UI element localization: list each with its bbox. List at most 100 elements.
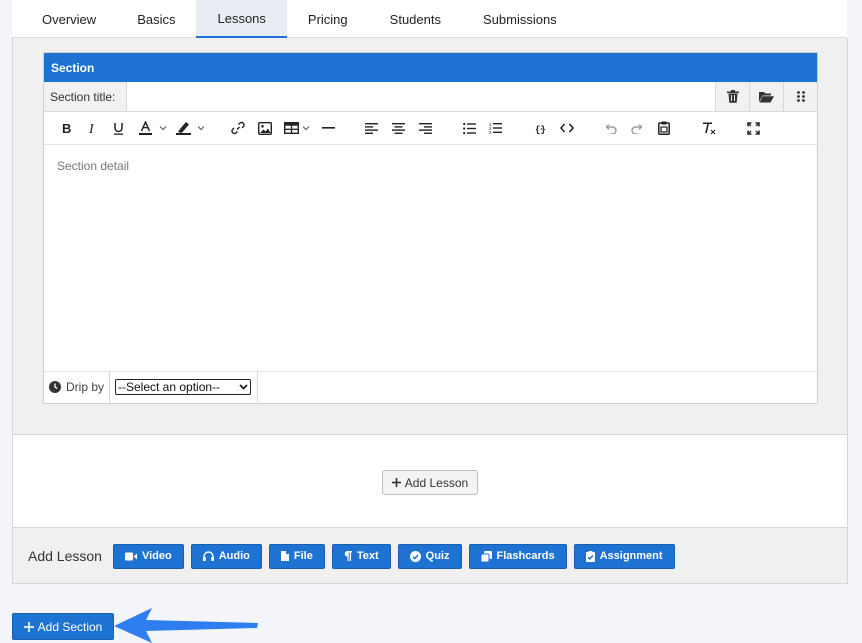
bold-button[interactable]: B: [61, 120, 73, 136]
drip-label: Drip by: [44, 372, 110, 402]
text-color-button[interactable]: [138, 120, 152, 136]
tab-lessons[interactable]: Lessons: [196, 0, 287, 38]
editor-toolbar: B I 1 2 3 {}: [44, 112, 817, 145]
clear-format-icon: [703, 122, 716, 134]
drip-select-value: --Select an option--: [118, 380, 221, 394]
video-icon: [124, 552, 137, 560]
link-icon: [231, 121, 245, 135]
undo-icon: [605, 123, 617, 134]
redo-button[interactable]: [631, 120, 644, 136]
numbered-list-icon: 123: [489, 122, 502, 134]
add-section-label: Add Section: [37, 619, 103, 634]
image-icon: [258, 121, 272, 135]
fullscreen-button[interactable]: [746, 120, 760, 136]
underline-icon: [113, 122, 123, 135]
check-circle-icon: [409, 550, 421, 562]
redo-icon: [631, 123, 643, 134]
chevron-down-icon[interactable]: [302, 124, 310, 132]
svg-text:3: 3: [489, 130, 492, 134]
image-button[interactable]: [258, 120, 272, 136]
highlight-color-button[interactable]: [175, 120, 191, 136]
code-block-icon: {}: [535, 125, 546, 134]
plus-icon: [23, 621, 34, 632]
table-button[interactable]: [283, 120, 299, 136]
highlighter-icon: [175, 122, 191, 135]
link-button[interactable]: [231, 120, 245, 136]
tab-submissions[interactable]: Submissions: [462, 0, 578, 38]
open-folder-button[interactable]: [749, 82, 783, 111]
add-video-button[interactable]: Video: [112, 543, 184, 569]
source-code-button[interactable]: [560, 120, 574, 136]
italic-icon: I: [89, 122, 95, 134]
add-lesson-label: Add Lesson: [28, 548, 102, 564]
add-video-label: Video: [141, 550, 172, 562]
code-block-button[interactable]: {}: [534, 120, 548, 136]
add-audio-label: Audio: [218, 550, 250, 562]
lesson-drop-area: Add Lesson: [13, 434, 847, 528]
svg-text:B: B: [62, 122, 71, 134]
drip-row: Drip by --Select an option--: [44, 372, 817, 402]
code-icon: [560, 123, 574, 133]
section-card: Section Section title: B I 1 2 3 {} Sect…: [43, 52, 818, 404]
tab-bar: Overview Basics Lessons Pricing Students…: [12, 0, 847, 38]
pointer-arrow-icon: [114, 608, 258, 643]
align-left-icon: [365, 122, 378, 134]
text-color-icon: [138, 121, 152, 135]
add-text-label: Text: [356, 550, 379, 562]
add-audio-button[interactable]: Audio: [190, 543, 262, 569]
italic-button[interactable]: I: [88, 120, 98, 136]
align-right-button[interactable]: [419, 120, 432, 136]
chevron-down-icon[interactable]: [197, 124, 205, 132]
file-icon: [280, 551, 289, 561]
add-file-button[interactable]: File: [268, 543, 325, 569]
headphones-icon: [202, 551, 214, 561]
chevron-down-icon: [239, 384, 248, 390]
section-title-row: Section title:: [44, 82, 817, 112]
grip-icon: [796, 91, 805, 102]
align-left-button[interactable]: [365, 120, 378, 136]
trash-icon: [726, 90, 739, 103]
svg-text:{}: {}: [535, 125, 546, 134]
tab-pricing[interactable]: Pricing: [287, 0, 369, 38]
add-assignment-button[interactable]: Assignment: [573, 543, 675, 569]
delete-section-button[interactable]: [715, 82, 749, 111]
add-flashcards-label: Flashcards: [496, 550, 555, 562]
add-section-button[interactable]: Add Section: [12, 613, 114, 640]
drip-label-text: Drip by: [66, 380, 105, 394]
undo-button[interactable]: [604, 120, 617, 136]
align-right-icon: [419, 122, 432, 134]
paste-button[interactable]: [657, 120, 670, 136]
horizontal-rule-icon: [321, 127, 335, 129]
bullet-list-button[interactable]: [463, 120, 476, 136]
add-flashcards-button[interactable]: Flashcards: [468, 543, 567, 569]
underline-button[interactable]: [112, 120, 124, 136]
add-lesson-button[interactable]: Add Lesson: [382, 470, 478, 495]
add-file-label: File: [293, 550, 313, 562]
drip-select-wrap: --Select an option--: [110, 372, 258, 402]
section-header: Section: [44, 53, 817, 82]
chevron-down-icon[interactable]: [159, 124, 167, 132]
align-center-button[interactable]: [392, 120, 405, 136]
tab-basics[interactable]: Basics: [116, 0, 196, 38]
plus-icon: [391, 478, 401, 487]
add-assignment-label: Assignment: [599, 550, 663, 562]
clipboard-check-icon: [585, 550, 595, 562]
folder-open-icon: [759, 91, 774, 102]
add-quiz-button[interactable]: Quiz: [397, 543, 462, 569]
tab-overview[interactable]: Overview: [12, 0, 116, 38]
add-lesson-bar: Add Lesson Video Audio File Text Quiz Fl…: [13, 529, 847, 583]
drag-handle[interactable]: [783, 82, 817, 111]
add-text-button[interactable]: Text: [331, 543, 391, 569]
clear-formatting-button[interactable]: [702, 120, 716, 136]
bold-icon: B: [62, 122, 71, 134]
paragraph-icon: [344, 551, 352, 561]
section-title-label: Section title:: [44, 82, 127, 111]
drip-select[interactable]: --Select an option--: [115, 379, 251, 395]
tab-students[interactable]: Students: [369, 0, 462, 38]
section-title-input[interactable]: [127, 82, 715, 111]
clock-icon: [49, 381, 61, 393]
numbered-list-button[interactable]: 123: [489, 120, 502, 136]
table-icon: [283, 122, 299, 134]
horizontal-rule-button[interactable]: [321, 120, 335, 136]
section-detail-editor[interactable]: Section detail: [44, 145, 817, 372]
